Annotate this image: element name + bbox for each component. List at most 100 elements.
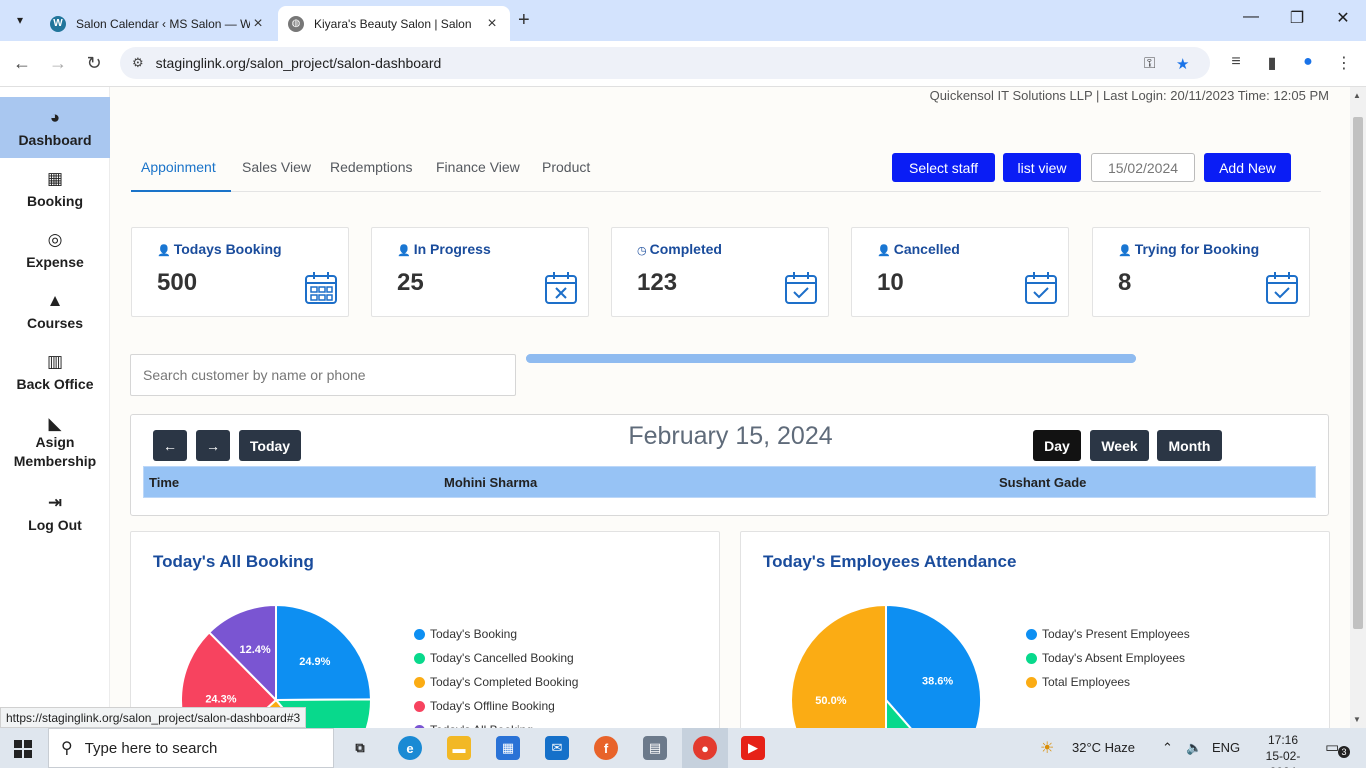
stat-card-trying-for-booking: 👤 Trying for Booking 8	[1092, 227, 1310, 317]
tab-redemptions[interactable]: Redemptions	[330, 159, 413, 175]
legend-dot	[414, 700, 425, 712]
booking-legend: Today's Booking Today's Cancelled Booking…	[414, 622, 578, 728]
minimize-icon[interactable]: —	[1236, 8, 1266, 26]
sidebar-item-label: Booking	[27, 193, 83, 209]
month-view-button[interactable]: Month	[1157, 430, 1222, 461]
legend-item[interactable]: Today's Completed Booking	[414, 670, 578, 694]
stat-value: 25	[397, 269, 424, 296]
restore-icon[interactable]: ❐	[1282, 8, 1312, 28]
stat-label-text: Cancelled	[893, 241, 960, 257]
edge-icon[interactable]: e	[398, 736, 422, 760]
legend-item[interactable]: Today's Cancelled Booking	[414, 646, 578, 670]
back-arrow-icon[interactable]: ←	[10, 53, 34, 74]
legend-item[interactable]: Today's Offline Booking	[414, 694, 578, 718]
close-icon[interactable]: ×	[484, 15, 500, 33]
stat-value: 8	[1118, 269, 1132, 296]
legend-item[interactable]: Total Employees	[1026, 670, 1190, 694]
browser-tab-strip: ▾ W Salon Calendar ‹ MS Salon — W × ◍ Ki…	[0, 0, 1366, 41]
menu-kebab-icon[interactable]: ⋮	[1332, 53, 1356, 73]
mail-icon[interactable]: ✉	[545, 736, 569, 760]
sidebar-item-courses[interactable]: ▲ Courses	[0, 291, 110, 331]
language-indicator[interactable]: ENG	[1212, 740, 1240, 755]
taskbar-search-input[interactable]: ⚲ Type here to search	[48, 728, 334, 768]
add-new-button[interactable]: Add New	[1204, 153, 1291, 182]
select-staff-button[interactable]: Select staff	[892, 153, 995, 182]
tab-product[interactable]: Product	[542, 159, 590, 175]
legend-item[interactable]: Today's Present Employees	[1026, 622, 1190, 646]
calendar-title: February 15, 2024	[628, 422, 833, 450]
page-scrollbar[interactable]: ▲ ▼	[1350, 87, 1366, 728]
youtube-icon[interactable]: ▶	[741, 736, 765, 760]
legend-item[interactable]: Today's Booking	[414, 622, 578, 646]
pie-slice[interactable]	[790, 603, 887, 728]
scroll-down-icon[interactable]: ▼	[1353, 715, 1361, 724]
store-icon[interactable]: ▦	[496, 736, 520, 760]
sidebar-item-asign-membership[interactable]: ◣ Asign Membership	[0, 414, 110, 471]
legend-label: Today's Present Employees	[1042, 627, 1190, 641]
reload-icon[interactable]: ↻	[82, 53, 106, 74]
clock-icon: ◷	[637, 245, 647, 257]
sidebar-item-label: Courses	[26, 315, 84, 331]
sidebar-item-dashboard[interactable]: ◕ Dashboard	[0, 97, 110, 158]
sidebar-item-back-office[interactable]: ▥ Back Office	[0, 352, 110, 392]
notification-icon[interactable]: ▭	[1325, 738, 1339, 756]
weather-text[interactable]: 32°C Haze	[1072, 740, 1135, 755]
windows-start-icon[interactable]	[14, 740, 32, 758]
scroll-up-icon[interactable]: ▲	[1353, 91, 1361, 100]
chrome-icon[interactable]: ●	[693, 736, 717, 760]
customer-search-input[interactable]: Search customer by name or phone	[130, 354, 516, 396]
browser-tab-salon-calendar[interactable]: W Salon Calendar ‹ MS Salon — W ×	[40, 6, 276, 41]
media-icon[interactable]: ≡	[1224, 53, 1248, 71]
stat-label-text: Trying for Booking	[1134, 241, 1260, 257]
address-bar[interactable]: ⚙ staginglink.org/salon_project/salon-da…	[120, 47, 1210, 79]
day-view-button[interactable]: Day	[1033, 430, 1081, 461]
tab-sales-view[interactable]: Sales View	[242, 159, 311, 175]
main-content: Quickensol IT Solutions LLP | Last Login…	[110, 87, 1350, 728]
browser-tab-kiyara[interactable]: ◍ Kiyara's Beauty Salon | Salon ×	[278, 6, 510, 41]
legend-dot	[414, 628, 425, 640]
legend-item[interactable]: Today's All Booking	[414, 718, 578, 728]
side-panel-icon[interactable]: ▮	[1260, 53, 1284, 73]
week-view-button[interactable]: Week	[1090, 430, 1149, 461]
window-close-icon[interactable]: ✕	[1328, 8, 1358, 28]
tab-finance-view[interactable]: Finance View	[436, 159, 520, 175]
pie-slice-label: 24.3%	[205, 693, 236, 705]
new-tab-plus-icon[interactable]: +	[518, 9, 530, 32]
clock-time: 17:16	[1267, 733, 1299, 747]
forward-arrow-icon[interactable]: →	[46, 53, 70, 74]
panel-title: Today's All Booking	[153, 552, 314, 571]
graduation-cap-icon: ▲	[46, 291, 64, 310]
bookmark-star-icon[interactable]: ★	[1176, 55, 1189, 73]
date-input[interactable]: 15/02/2024	[1091, 153, 1195, 182]
clock-date: 15-02-2024	[1265, 749, 1301, 768]
file-explorer-icon[interactable]: ▬	[447, 736, 471, 760]
pie-slice[interactable]	[885, 603, 982, 728]
sidebar-item-log-out[interactable]: ⇥ Log Out	[0, 493, 110, 533]
tab-appoinment[interactable]: Appoinment	[141, 159, 216, 175]
legend-item[interactable]: Today's Absent Employees	[1026, 646, 1190, 670]
notification-count: 3	[1338, 746, 1350, 758]
sidebar-item-expense[interactable]: ◎ Expense	[0, 230, 110, 270]
legend-dot	[414, 676, 425, 688]
volume-icon[interactable]: 🔈	[1186, 740, 1202, 756]
profile-icon[interactable]: ●	[1296, 53, 1320, 71]
calculator-icon[interactable]: ▤	[643, 736, 667, 760]
firefox-icon[interactable]: f	[594, 736, 618, 760]
stat-label-text: Completed	[649, 241, 722, 257]
pie-slice[interactable]	[275, 603, 373, 702]
scrollbar-thumb[interactable]	[1353, 117, 1363, 629]
list-view-button[interactable]: list view	[1003, 153, 1081, 182]
tab-search-chevron-icon[interactable]: ▾	[6, 7, 34, 33]
active-tab-underline	[131, 190, 231, 192]
taskbar-clock[interactable]: 17:16 15-02-2024	[1256, 732, 1310, 768]
tray-chevron-icon[interactable]: ⌃	[1162, 740, 1173, 756]
site-info-icon[interactable]: ⚙	[132, 55, 144, 71]
key-icon[interactable]: ⚿	[1144, 55, 1155, 72]
calendar-icon: ▦	[46, 169, 64, 188]
taskbar-search-placeholder: Type here to search	[84, 739, 218, 757]
legend-label: Today's Booking	[430, 627, 518, 641]
weather-icon: ☀	[1040, 740, 1055, 757]
sidebar-item-booking[interactable]: ▦ Booking	[0, 169, 110, 209]
close-icon[interactable]: ×	[250, 15, 266, 33]
task-view-icon[interactable]: ⧉	[348, 736, 372, 760]
